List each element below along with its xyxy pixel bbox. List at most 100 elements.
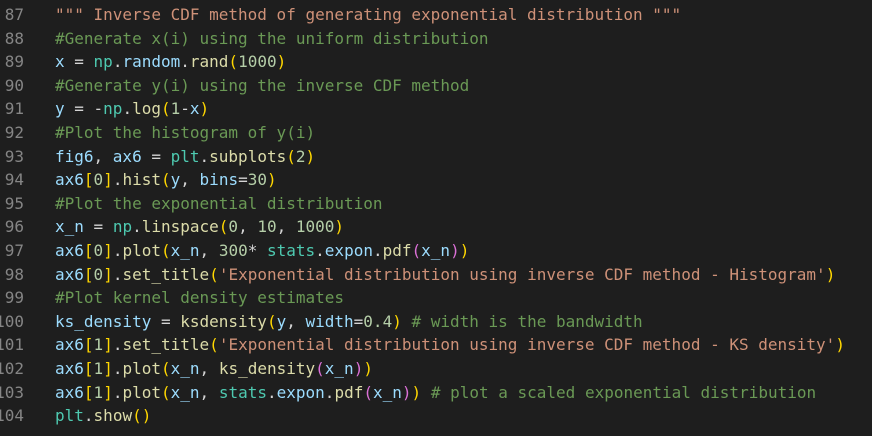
code-token: ( bbox=[161, 240, 171, 260]
line-number: 95 bbox=[4, 193, 24, 213]
code-token: np bbox=[112, 217, 133, 237]
code-token: 0 bbox=[93, 240, 104, 260]
code-token: ks_density bbox=[218, 358, 316, 378]
code-line[interactable]: 96 x_n = np.linspace(0, 10, 1000) bbox=[0, 215, 872, 239]
code-text[interactable]: x = np.random.rand(1000) bbox=[55, 50, 286, 74]
code-token: [ bbox=[83, 240, 94, 260]
code-token: pdf bbox=[334, 382, 364, 402]
code-text[interactable]: ax6[1].set_title('Exponential distributi… bbox=[55, 333, 845, 357]
code-token: , bbox=[286, 311, 306, 331]
code-token: random bbox=[122, 52, 181, 72]
code-token: ) bbox=[835, 335, 845, 355]
code-text[interactable]: plt.show() bbox=[55, 404, 151, 428]
code-text[interactable]: fig6, ax6 = plt.subplots(2) bbox=[55, 145, 315, 169]
line-number: 96 bbox=[4, 217, 24, 237]
code-token: log bbox=[132, 99, 161, 119]
code-line[interactable]: 93 fig6, ax6 = plt.subplots(2) bbox=[0, 145, 872, 169]
code-token: 'Exponential distribution using inverse … bbox=[218, 264, 826, 284]
code-token: plt bbox=[55, 406, 84, 426]
code-line[interactable]: 99 #Plot kernel density estimates bbox=[0, 286, 872, 310]
code-token: ) bbox=[334, 217, 345, 237]
code-token: [ bbox=[83, 170, 94, 190]
code-token: ) bbox=[141, 406, 152, 426]
code-token: 1 bbox=[93, 335, 104, 355]
code-text[interactable]: ks_density = ksdensity(y, width=0.4) # w… bbox=[55, 310, 643, 334]
line-number: 98 bbox=[4, 264, 24, 284]
code-editor[interactable]: 87 """ Inverse CDF method of generating e… bbox=[0, 0, 872, 436]
code-token: 1000 bbox=[295, 217, 335, 237]
code-token: 2 bbox=[295, 146, 306, 166]
line-number: 90 bbox=[4, 75, 24, 95]
code-line[interactable]: 90 #Generate y(i) using the inverse CDF m… bbox=[0, 74, 872, 98]
code-token: 30 bbox=[247, 170, 267, 190]
code-text[interactable]: ax6[0].plot(x_n, 300* stats.expon.pdf(x_… bbox=[55, 239, 469, 263]
code-token: ] bbox=[103, 170, 113, 190]
code-token: . bbox=[83, 406, 94, 426]
code-token: 1 bbox=[170, 99, 181, 119]
line-number: 92 bbox=[4, 122, 24, 142]
code-token: y bbox=[170, 170, 181, 190]
code-token: . bbox=[112, 52, 123, 72]
code-token: #Generate x(i) using the uniform distrib… bbox=[55, 28, 489, 48]
code-line[interactable]: 91 y = -np.log(1-x) bbox=[0, 97, 872, 121]
code-token: ( bbox=[161, 170, 171, 190]
code-token: ] bbox=[103, 240, 113, 260]
code-text[interactable]: ax6[1].plot(x_n, ks_density(x_n)) bbox=[55, 357, 373, 381]
code-line[interactable]: 101 ax6[1].set_title('Exponential distrib… bbox=[0, 333, 872, 357]
code-text[interactable]: ax6[0].set_title('Exponential distributi… bbox=[55, 263, 835, 287]
code-line[interactable]: 94 ax6[0].hist(y, bins=30) bbox=[0, 168, 872, 192]
code-token: set_title bbox=[122, 335, 210, 355]
code-token: ) bbox=[411, 382, 422, 402]
code-text[interactable]: y = -np.log(1-x) bbox=[55, 97, 209, 121]
code-token: # plot a scaled exponential distribution bbox=[430, 382, 817, 402]
code-line[interactable]: 103 ax6[1].plot(x_n, stats.expon.pdf(x_n)… bbox=[0, 381, 872, 405]
code-line[interactable]: 87 """ Inverse CDF method of generating e… bbox=[0, 3, 872, 27]
code-token: . bbox=[122, 99, 133, 119]
code-token: ) bbox=[266, 170, 277, 190]
code-line[interactable]: 88 #Generate x(i) using the uniform distr… bbox=[0, 27, 872, 51]
code-text[interactable]: ax6[0].hist(y, bins=30) bbox=[55, 168, 277, 192]
code-token: ) bbox=[353, 358, 364, 378]
code-token: ax6 bbox=[55, 382, 84, 402]
code-line[interactable]: 95 #Plot the exponential distribution bbox=[0, 192, 872, 216]
code-token: = bbox=[83, 217, 113, 237]
code-token: ax6 bbox=[55, 358, 84, 378]
code-token: stats bbox=[266, 240, 316, 260]
code-token: ( bbox=[209, 335, 219, 355]
code-line[interactable]: 104 plt.show() bbox=[0, 404, 872, 428]
line-number: 103 bbox=[0, 382, 24, 402]
code-line[interactable]: 98 ax6[0].set_title('Exponential distribu… bbox=[0, 263, 872, 287]
code-token: ] bbox=[103, 358, 113, 378]
code-text[interactable]: #Plot the histogram of y(i) bbox=[55, 121, 315, 145]
code-token: = bbox=[353, 311, 364, 331]
code-text[interactable]: """ Inverse CDF method of generating exp… bbox=[55, 3, 681, 27]
code-token: 300 bbox=[218, 240, 248, 260]
code-token: ksdensity bbox=[180, 311, 267, 331]
code-token: ks_density bbox=[55, 311, 152, 331]
code-token: . bbox=[315, 240, 325, 260]
code-token: y bbox=[55, 99, 65, 119]
code-token: hist bbox=[122, 170, 161, 190]
code-token: ) bbox=[363, 358, 373, 378]
code-token: , bbox=[199, 358, 219, 378]
code-line[interactable]: 100 ks_density = ksdensity(y, width=0.4) … bbox=[0, 310, 872, 334]
code-text[interactable]: #Plot kernel density estimates bbox=[55, 286, 344, 310]
code-token: #Plot the exponential distribution bbox=[55, 193, 383, 213]
code-token: """ Inverse CDF method of generating exp… bbox=[55, 5, 682, 24]
code-text[interactable]: #Plot the exponential distribution bbox=[55, 192, 383, 216]
code-line[interactable]: 89 x = np.random.rand(1000) bbox=[0, 50, 872, 74]
code-token: [ bbox=[83, 335, 94, 355]
code-text[interactable]: x_n = np.linspace(0, 10, 1000) bbox=[55, 215, 344, 239]
code-line[interactable]: 92 #Plot the histogram of y(i) bbox=[0, 121, 872, 145]
code-line[interactable]: 102 ax6[1].plot(x_n, ks_density(x_n)) bbox=[0, 357, 872, 381]
code-token: plot bbox=[122, 358, 161, 378]
code-line[interactable]: 97 ax6[0].plot(x_n, 300* stats.expon.pdf(… bbox=[0, 239, 872, 263]
code-token: plot bbox=[122, 240, 161, 260]
code-token: ( bbox=[266, 311, 277, 331]
code-text[interactable]: #Generate x(i) using the uniform distrib… bbox=[55, 27, 488, 51]
line-number: 102 bbox=[0, 358, 24, 378]
code-token: stats bbox=[218, 382, 267, 402]
code-text[interactable]: ax6[1].plot(x_n, stats.expon.pdf(x_n)) #… bbox=[55, 381, 816, 405]
code-text[interactable]: #Generate y(i) using the inverse CDF met… bbox=[55, 74, 469, 98]
